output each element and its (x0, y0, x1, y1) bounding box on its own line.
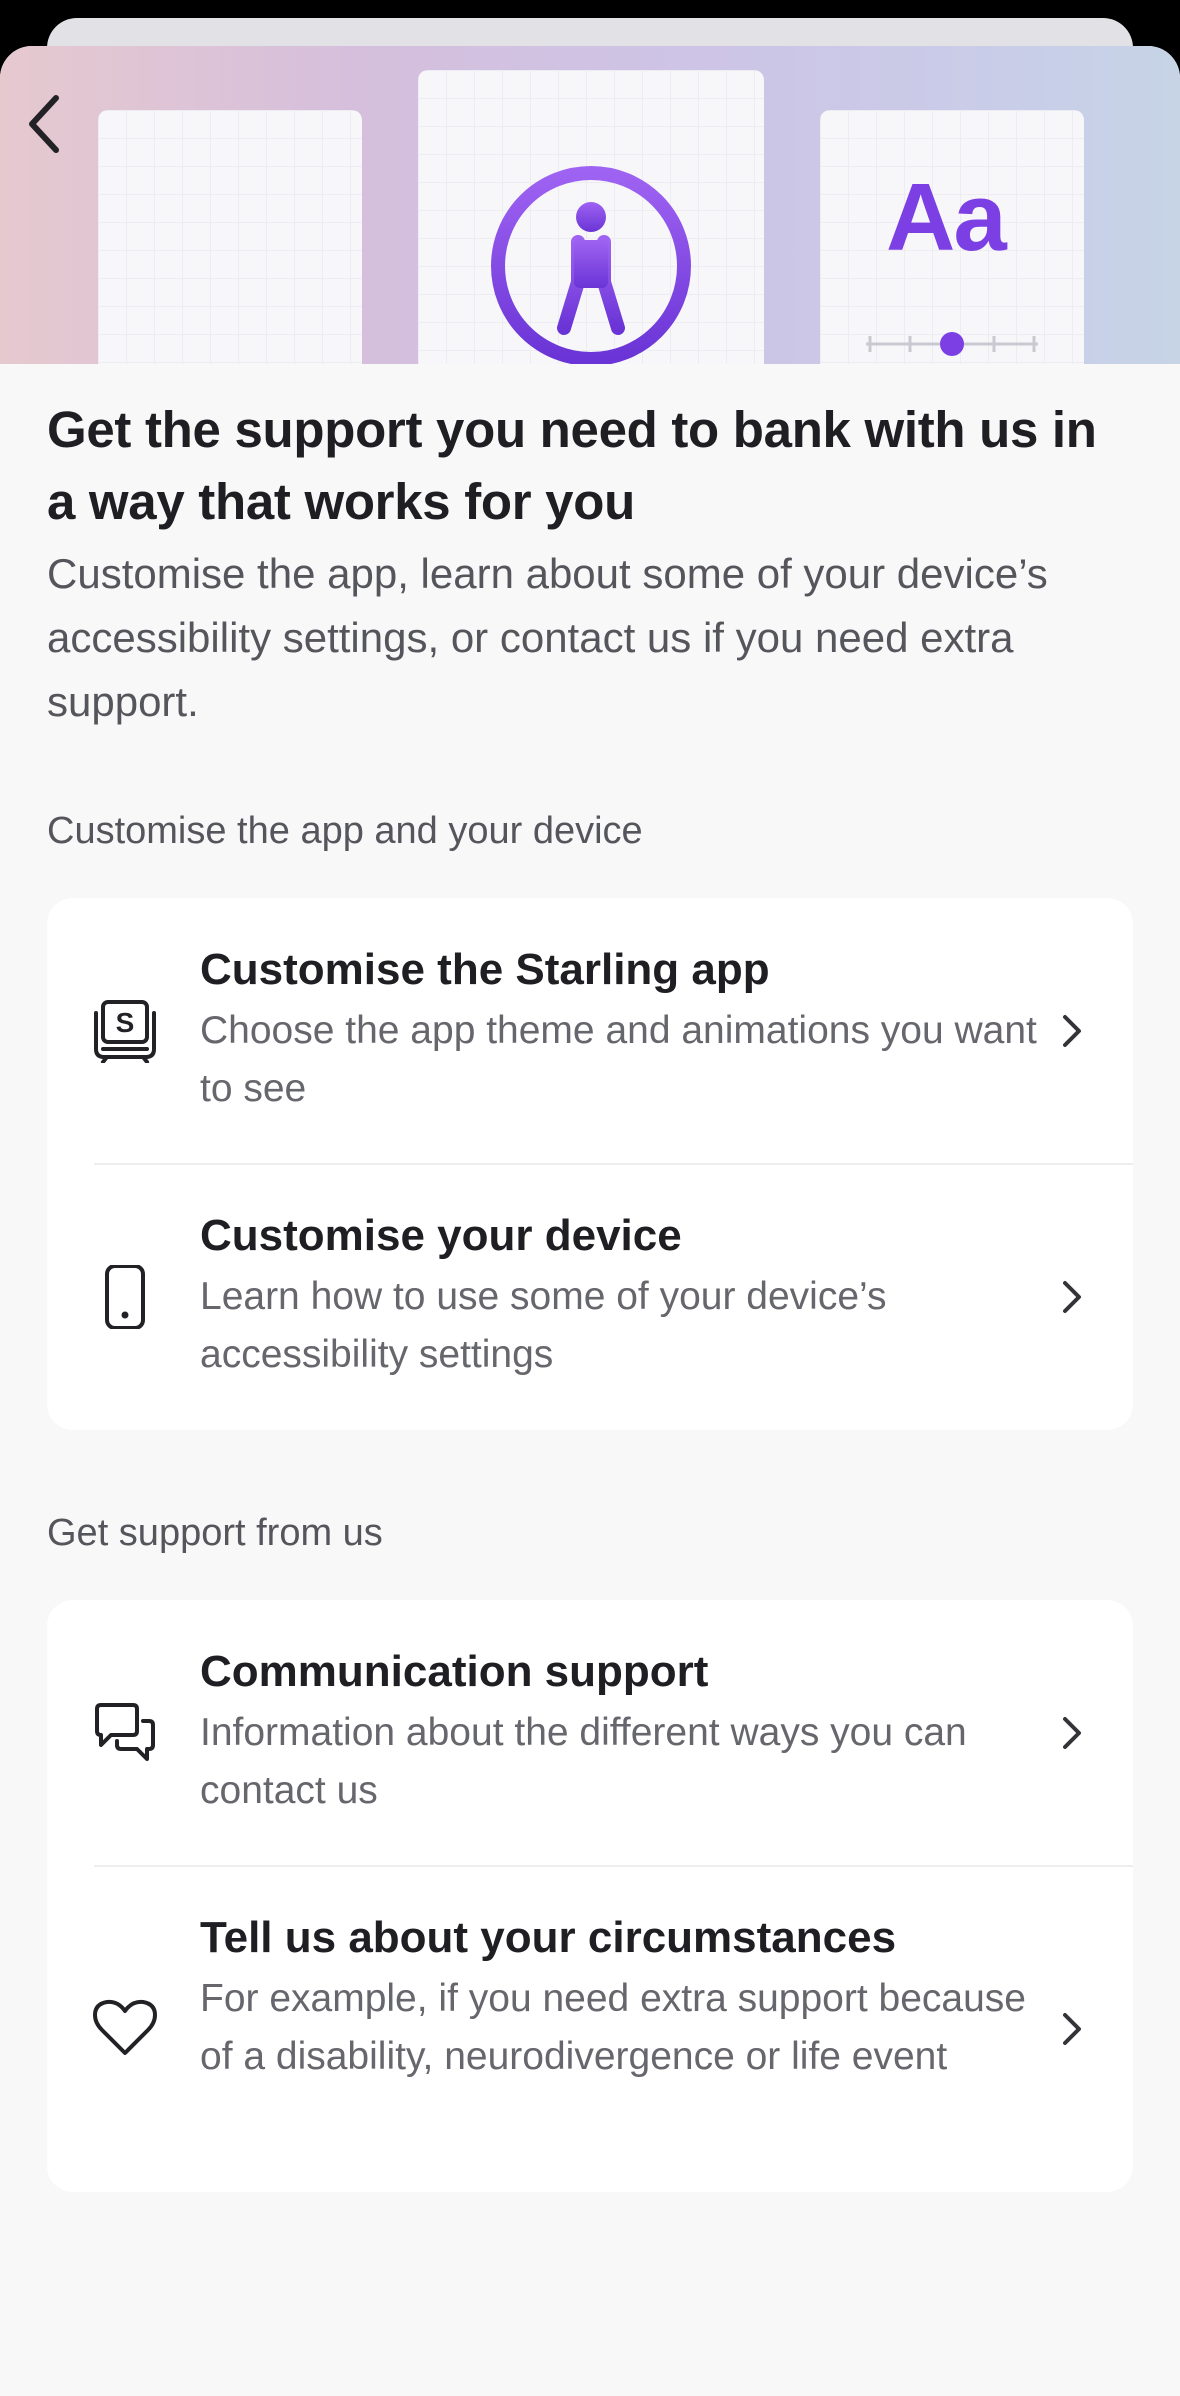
chevron-right-icon (1063, 1015, 1081, 1047)
list-item-title: Communication support (200, 1647, 709, 1696)
chevron-right-icon (1063, 2013, 1081, 2045)
back-button[interactable] (14, 88, 74, 160)
list-item-text: Customise the Starling app Choose the ap… (200, 942, 1060, 1118)
list-item-title: Tell us about your circumstances (200, 1913, 897, 1962)
text-size-slider-icon (866, 332, 1038, 356)
list-item-description: For example, if you need extra support b… (200, 1977, 1026, 2078)
chevron-left-icon (29, 95, 59, 153)
accessibility-person-icon (491, 166, 691, 364)
list-item-text: Tell us about your circumstances For exa… (200, 1910, 1060, 2086)
sound-wave-icon (174, 178, 286, 300)
list-item-description: Learn how to use some of your device’s a… (200, 1275, 887, 1376)
svg-text:S: S (116, 1007, 135, 1038)
hero-banner: Aa (0, 46, 1180, 364)
section-label-support: Get support from us (47, 1512, 383, 1554)
starling-app-icon: S (93, 999, 157, 1063)
list-item-title: Customise your device (200, 1211, 682, 1260)
hero-card-accessibility (418, 70, 764, 364)
list-item-title: Customise the Starling app (200, 945, 770, 994)
intro-block: Get the support you need to bank with us… (47, 364, 1133, 734)
list-item-description: Choose the app theme and animations you … (200, 1009, 1037, 1110)
list-item-customise-device[interactable]: Customise your device Learn how to use s… (47, 1164, 1133, 1430)
page-title: Get the support you need to bank with us… (47, 401, 1097, 530)
customise-group: S Customise the Starling app Choose the … (47, 898, 1133, 1430)
chat-bubbles-icon (93, 1701, 157, 1765)
section-label-customise: Customise the app and your device (47, 810, 643, 852)
list-item-text: Customise your device Learn how to use s… (200, 1208, 1060, 1384)
list-item-customise-app[interactable]: S Customise the Starling app Choose the … (47, 898, 1133, 1164)
hero-card-sound (98, 110, 362, 364)
heart-icon (93, 1997, 157, 2061)
chevron-right-icon (1063, 1717, 1081, 1749)
list-item-text: Communication support Information about … (200, 1644, 1060, 1820)
list-item-communication-support[interactable]: Communication support Information about … (47, 1600, 1133, 1866)
accessibility-sheet: Aa Get the support you need to bank with… (0, 46, 1180, 2396)
page-intro: Customise the app, learn about some of y… (47, 550, 1048, 725)
chevron-right-icon (1063, 1281, 1081, 1313)
phone-icon (93, 1265, 157, 1329)
list-item-description: Information about the different ways you… (200, 1711, 967, 1812)
support-group: Communication support Information about … (47, 1600, 1133, 2192)
hero-card-text-size: Aa (820, 110, 1084, 364)
list-item-circumstances[interactable]: Tell us about your circumstances For exa… (47, 1866, 1133, 2192)
